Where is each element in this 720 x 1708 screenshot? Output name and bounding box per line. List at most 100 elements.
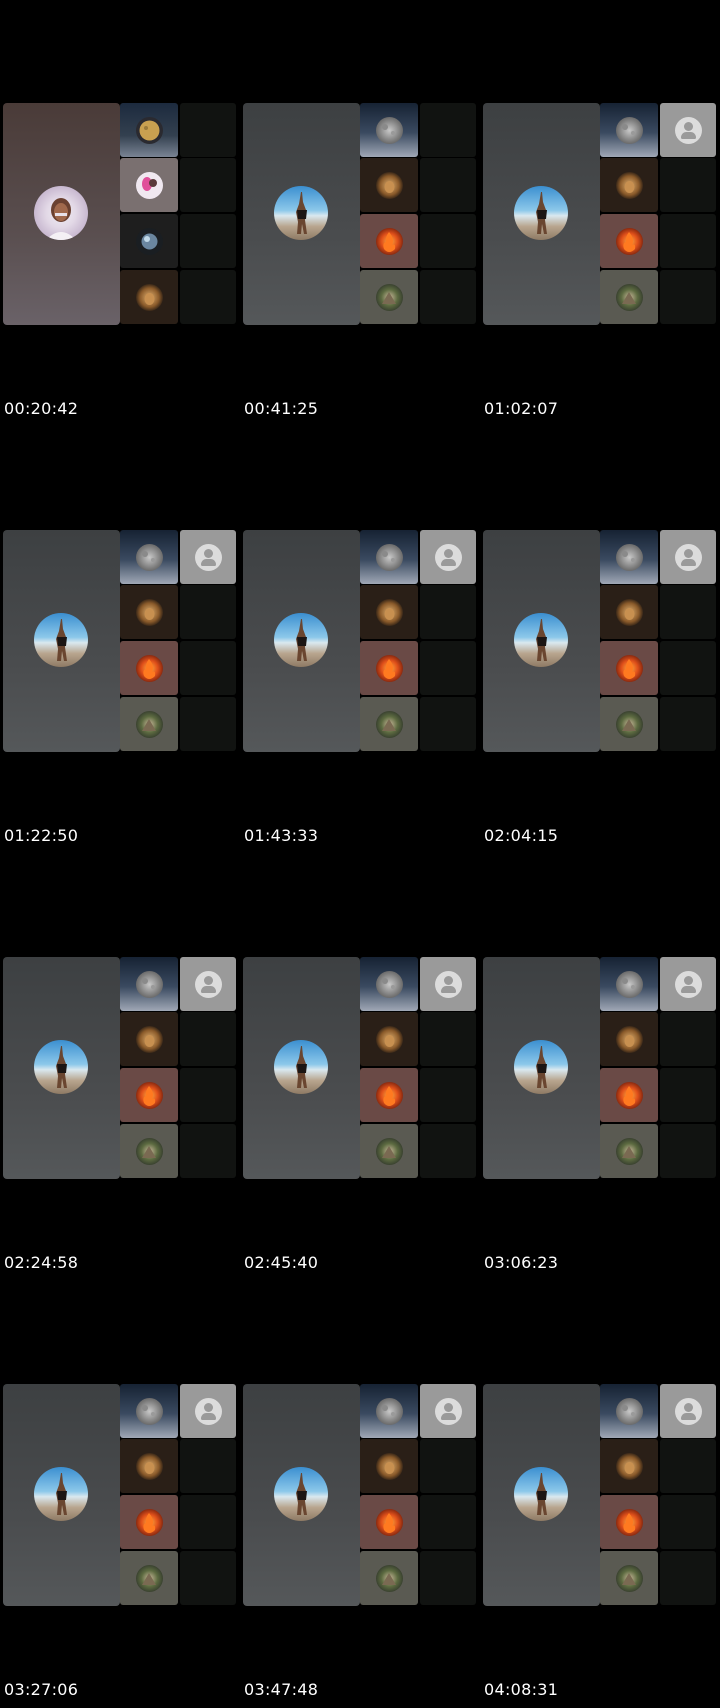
beach-photo-avatar-icon [514,1040,568,1094]
moon-avatar-icon [376,1398,403,1425]
empty-tile [180,214,236,268]
lion-avatar-icon [616,1026,643,1053]
video-frame: 01:02:07 [480,0,716,420]
beach-photo-avatar-icon [514,613,568,667]
participant-tile [360,1012,418,1066]
fire-avatar-icon [616,655,643,682]
empty-tile [420,1068,476,1122]
participant-tile [120,530,178,584]
empty-tile [420,697,476,751]
participant-tile [600,1551,658,1605]
participant-tile [360,158,418,212]
empty-tile [660,1495,716,1549]
participant-tile [120,1124,178,1178]
nature-avatar-icon [376,284,403,311]
beach-photo-avatar-icon [274,613,328,667]
participant-tile [360,641,418,695]
lion-avatar-icon [376,599,403,626]
empty-tile [420,270,476,324]
participant-tile [120,1495,178,1549]
fire-avatar-icon [616,228,643,255]
empty-tile [180,585,236,639]
moon-avatar-icon [136,1398,163,1425]
frame-timestamp: 02:45:40 [244,1253,319,1272]
main-video-tile [243,957,360,1179]
video-frame: 02:04:15 [480,427,716,847]
frame-timestamp: 00:41:25 [244,399,319,418]
person-icon [435,1398,462,1425]
main-video-tile [243,103,360,325]
profile-avatar-icon [34,186,88,240]
person-icon [675,117,702,144]
participant-tile [120,270,178,324]
participant-tile [600,1439,658,1493]
beach-photo-avatar-icon [34,1467,88,1521]
participant-tile [120,697,178,751]
contact-placeholder-tile [660,957,716,1011]
participant-tile [360,697,418,751]
empty-tile [420,158,476,212]
lion-avatar-icon [616,1453,643,1480]
fire-avatar-icon [376,1082,403,1109]
empty-tile [660,697,716,751]
person-icon [195,544,222,571]
empty-tile [180,103,236,157]
person-icon [195,971,222,998]
frame-timestamp: 03:06:23 [484,1253,559,1272]
contact-placeholder-tile [180,957,236,1011]
main-video-tile [3,1384,120,1606]
frame-timestamp: 00:20:42 [4,399,79,418]
beach-photo-avatar-icon [274,1040,328,1094]
fire-avatar-icon [376,655,403,682]
fire-avatar-icon [376,228,403,255]
empty-tile [660,1068,716,1122]
empty-tile [180,1439,236,1493]
empty-tile [180,1012,236,1066]
participant-tile [600,1124,658,1178]
participant-tile [600,270,658,324]
lion-avatar-icon [136,1026,163,1053]
empty-tile [660,585,716,639]
lion-avatar-icon [136,1453,163,1480]
participant-tile [120,1384,178,1438]
nature-avatar-icon [136,1138,163,1165]
participant-tile [120,214,178,268]
participant-tile [120,158,178,212]
main-video-tile [483,530,600,752]
empty-tile [660,158,716,212]
participant-tile [120,641,178,695]
nature-avatar-icon [616,284,643,311]
participant-tile [360,1439,418,1493]
empty-tile [660,270,716,324]
lion-avatar-icon [616,599,643,626]
empty-tile [420,1551,476,1605]
beach-photo-avatar-icon [274,1467,328,1521]
beach-photo-avatar-icon [274,186,328,240]
participant-tile [360,957,418,1011]
fire-avatar-icon [616,1509,643,1536]
fire-avatar-icon [616,1082,643,1109]
participant-tile [360,1124,418,1178]
moon-avatar-icon [616,544,643,571]
empty-tile [180,158,236,212]
video-frame: 01:43:33 [240,427,476,847]
video-frame: 03:27:06 [0,1281,236,1701]
beach-photo-avatar-icon [514,1467,568,1521]
person-icon [435,971,462,998]
participant-tile [360,103,418,157]
frame-timestamp: 01:02:07 [484,399,559,418]
participant-tile [360,214,418,268]
lion-avatar-icon [376,172,403,199]
participant-tile [360,530,418,584]
contact-placeholder-tile [180,530,236,584]
participant-tile [600,585,658,639]
participant-tile [360,1068,418,1122]
empty-tile [420,214,476,268]
moon-avatar-icon [136,544,163,571]
person-icon [675,1398,702,1425]
participant-tile [600,641,658,695]
participant-tile [360,270,418,324]
empty-tile [420,1495,476,1549]
nature-avatar-icon [616,1138,643,1165]
empty-tile [420,103,476,157]
